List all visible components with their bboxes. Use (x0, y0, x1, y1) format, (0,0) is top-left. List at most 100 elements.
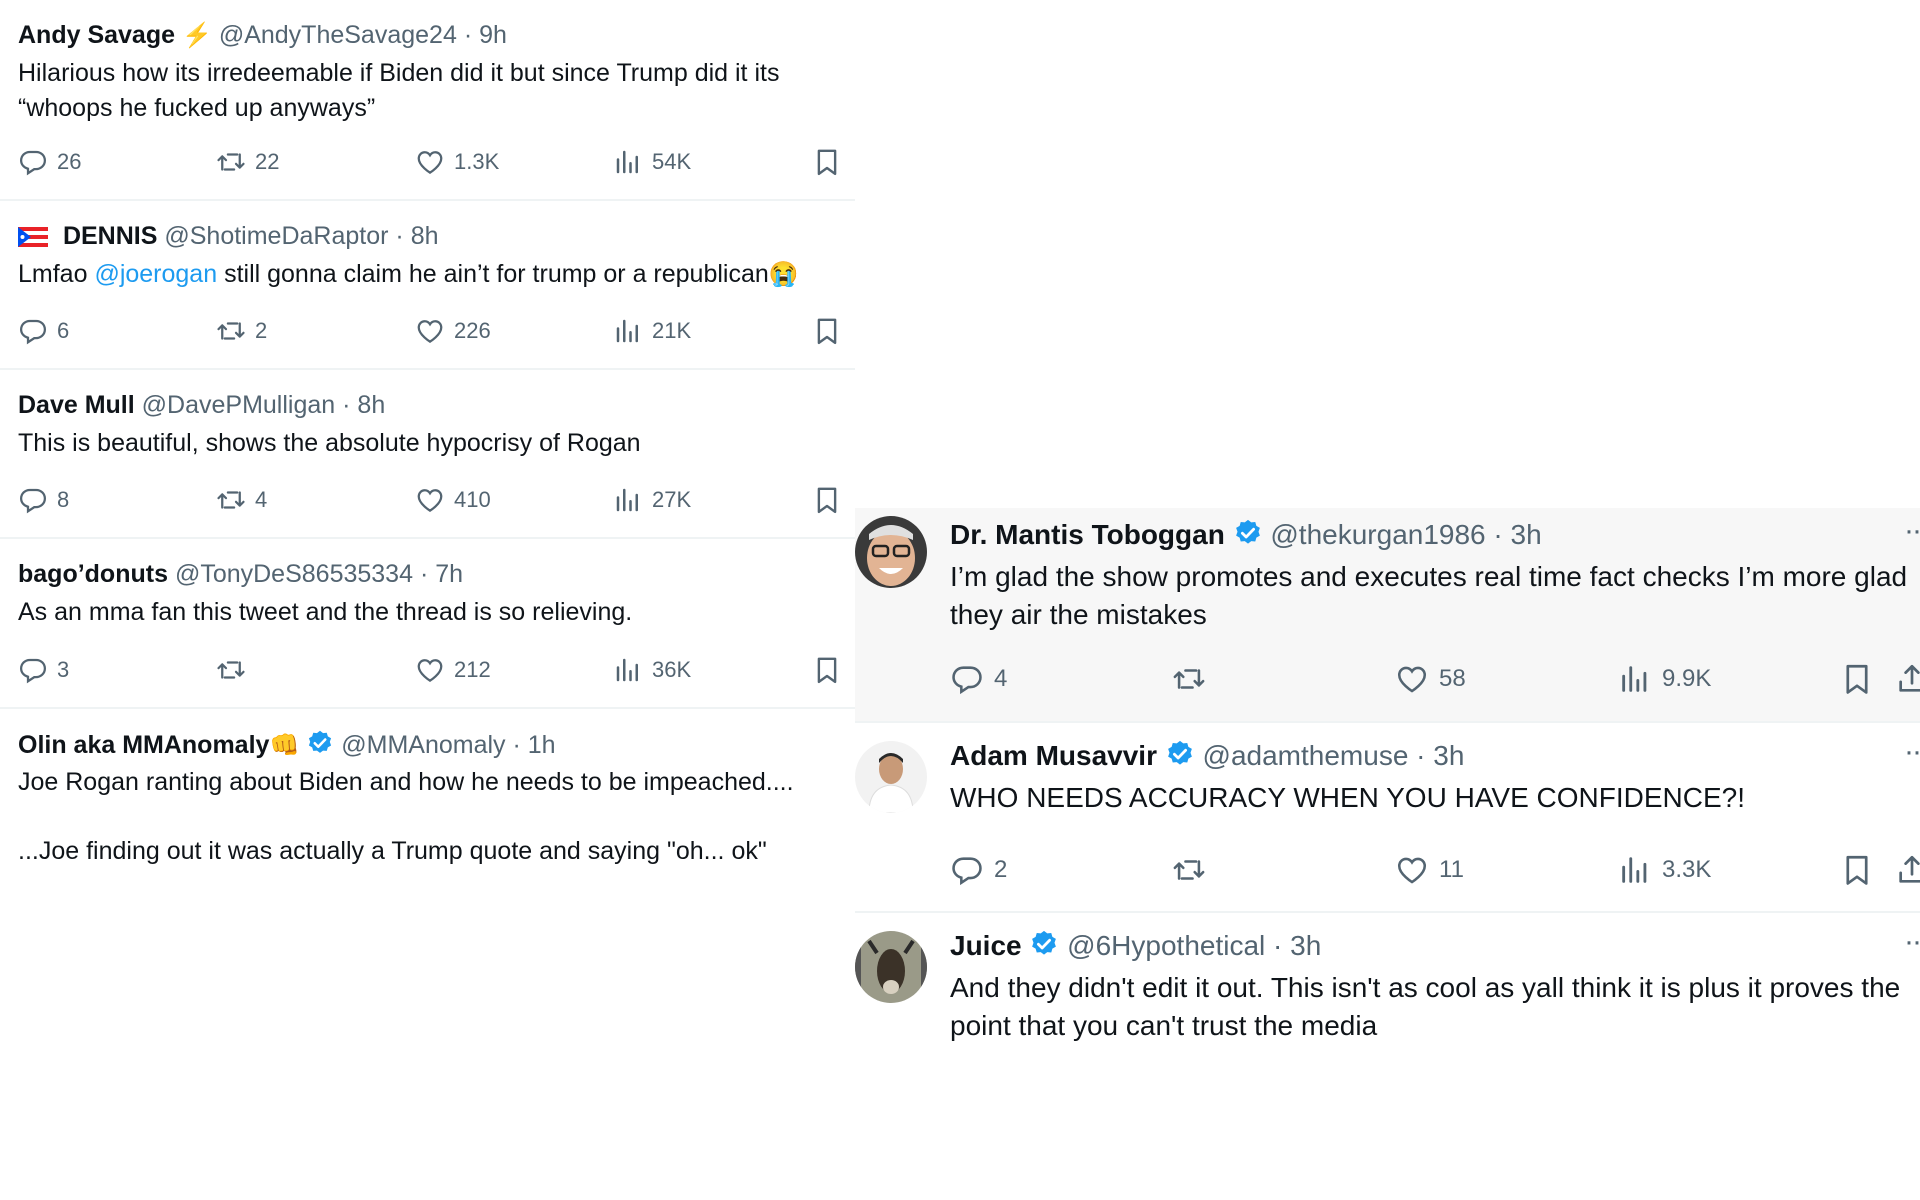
reply-count: 8 (57, 487, 70, 512)
tweet-dave-mull[interactable]: Dave Mull @DavePMulligan · 8h This is be… (0, 370, 855, 539)
author-handle[interactable]: @ShotimeDaRaptor (164, 222, 388, 250)
timestamp[interactable]: 3h (1511, 519, 1542, 550)
more-icon[interactable]: ·· (1904, 514, 1920, 548)
left-feed: Andy Savage ⚡ @AndyTheSavage24 · 9h Hila… (0, 0, 855, 879)
author-handle[interactable]: @adamthemuse (1203, 740, 1409, 771)
tweet-andy-savage[interactable]: Andy Savage ⚡ @AndyTheSavage24 · 9h Hila… (0, 0, 855, 201)
share-button[interactable] (1895, 662, 1920, 696)
timestamp[interactable]: 9h (479, 21, 507, 49)
like-button[interactable]: 226 (415, 316, 491, 346)
reply-button[interactable]: 4 (950, 662, 1007, 696)
reply-button[interactable]: 6 (18, 316, 69, 346)
reply-button[interactable]: 2 (950, 853, 1007, 887)
tweet-text: This is beautiful, shows the absolute hy… (18, 429, 641, 457)
action-bar: 4 58 9.9K (950, 662, 1920, 696)
separator-dot: · (512, 731, 521, 759)
bookmark-icon (812, 655, 842, 685)
separator-dot: · (1416, 740, 1426, 771)
views-button[interactable]: 54K (613, 147, 691, 177)
tweet-dennis[interactable]: DENNIS @ShotimeDaRaptor · 8h Lmfao @joer… (0, 201, 855, 370)
repost-button[interactable]: 2 (216, 316, 267, 346)
author-name[interactable]: DENNIS (63, 222, 157, 250)
reply-button[interactable]: 26 (18, 147, 81, 177)
timestamp[interactable]: 8h (411, 222, 439, 250)
action-bar: 26 22 1.3K 54K (0, 147, 855, 177)
views-button[interactable]: 21K (613, 316, 691, 346)
like-button[interactable]: 58 (1395, 662, 1466, 696)
repost-button[interactable]: 4 (216, 485, 267, 515)
more-icon[interactable]: ·· (1904, 735, 1920, 769)
tweet-text: As an mma fan this tweet and the thread … (18, 598, 633, 626)
reply-count: 3 (57, 657, 70, 682)
timestamp[interactable]: 1h (528, 731, 556, 759)
bookmark-button[interactable] (1840, 853, 1874, 887)
verified-badge-icon (1233, 518, 1263, 548)
tweet-header: DENNIS @ShotimeDaRaptor · 8h (18, 221, 439, 251)
views-button[interactable]: 36K (613, 655, 691, 685)
like-count: 410 (454, 487, 491, 512)
tweet-header: Andy Savage ⚡ @AndyTheSavage24 · 9h (18, 20, 507, 51)
text-line: ...Joe finding out it was actually a Tru… (18, 837, 767, 865)
like-button[interactable]: 212 (415, 655, 491, 685)
bookmark-button[interactable] (812, 655, 842, 685)
repost-icon (216, 485, 246, 515)
reply-button[interactable]: 8 (18, 485, 69, 515)
right-feed: Dr. Mantis Toboggan @thekurgan1986 · 3h … (855, 508, 1920, 1073)
repost-button[interactable] (1172, 662, 1216, 696)
author-handle[interactable]: @MMAnomaly (341, 731, 505, 759)
tweet-dr-mantis-toboggan[interactable]: Dr. Mantis Toboggan @thekurgan1986 · 3h … (855, 508, 1920, 723)
author-handle[interactable]: @6Hypothetical (1067, 930, 1265, 961)
bookmark-icon (1840, 853, 1874, 887)
avatar[interactable] (855, 931, 927, 1003)
repost-button[interactable]: 22 (216, 147, 279, 177)
bookmark-button[interactable] (1840, 662, 1874, 696)
avatar[interactable] (855, 516, 927, 588)
author-handle[interactable]: @TonyDeS86535334 (175, 560, 413, 588)
tweet-header: Juice @6Hypothetical · 3h (950, 929, 1321, 963)
repost-button[interactable] (216, 655, 255, 685)
share-button[interactable] (1895, 853, 1920, 887)
author-name[interactable]: Olin aka MMAnomaly (18, 731, 269, 759)
views-button[interactable]: 27K (613, 485, 691, 515)
views-button[interactable]: 3.3K (1618, 853, 1711, 887)
bookmark-button[interactable] (812, 316, 842, 346)
verified-badge-icon (1165, 739, 1195, 769)
action-bar: 2 11 3.3K (950, 853, 1920, 887)
author-handle[interactable]: @DavePMulligan (142, 391, 336, 419)
views-button[interactable]: 9.9K (1618, 662, 1711, 696)
timestamp[interactable]: 3h (1433, 740, 1464, 771)
like-button[interactable]: 410 (415, 485, 491, 515)
timestamp[interactable]: 8h (357, 391, 385, 419)
tweet-adam-musavvir[interactable]: Adam Musavvir @adamthemuse · 3h ·· WHO N… (855, 723, 1920, 913)
author-name[interactable]: Dr. Mantis Toboggan (950, 519, 1225, 550)
timestamp[interactable]: 3h (1290, 930, 1321, 961)
author-handle[interactable]: @AndyTheSavage24 (219, 21, 457, 49)
like-icon (415, 316, 445, 346)
text-segment: Lmfao (18, 260, 95, 288)
author-name[interactable]: Juice (950, 930, 1022, 961)
bookmark-button[interactable] (812, 147, 842, 177)
mention-link[interactable]: @joerogan (94, 260, 217, 288)
timestamp[interactable]: 7h (435, 560, 463, 588)
avatar[interactable] (855, 741, 927, 813)
author-name[interactable]: Andy Savage (18, 21, 175, 49)
tweet-juice[interactable]: Juice @6Hypothetical · 3h ·· And they di… (855, 913, 1920, 1073)
tweet-bago-donuts[interactable]: bago’donuts @TonyDeS86535334 · 7h As an … (0, 539, 855, 709)
reply-icon (18, 485, 48, 515)
author-name[interactable]: Adam Musavvir (950, 740, 1157, 771)
reply-button[interactable]: 3 (18, 655, 69, 685)
views-icon (1618, 853, 1652, 887)
like-button[interactable]: 1.3K (415, 147, 499, 177)
author-name[interactable]: Dave Mull (18, 391, 135, 419)
author-name[interactable]: bago’donuts (18, 560, 168, 588)
repost-icon (216, 147, 246, 177)
like-button[interactable]: 11 (1395, 853, 1464, 887)
tweet-olin-mmanomaly[interactable]: Olin aka MMAnomaly👊 @MMAnomaly · 1h Joe … (0, 709, 855, 879)
like-icon (1395, 662, 1429, 696)
bookmark-button[interactable] (812, 485, 842, 515)
more-icon[interactable]: ·· (1904, 925, 1920, 959)
author-handle[interactable]: @thekurgan1986 (1270, 519, 1485, 550)
repost-button[interactable] (1172, 853, 1216, 887)
share-icon (1895, 853, 1920, 887)
verified-badge-icon (1029, 929, 1059, 959)
